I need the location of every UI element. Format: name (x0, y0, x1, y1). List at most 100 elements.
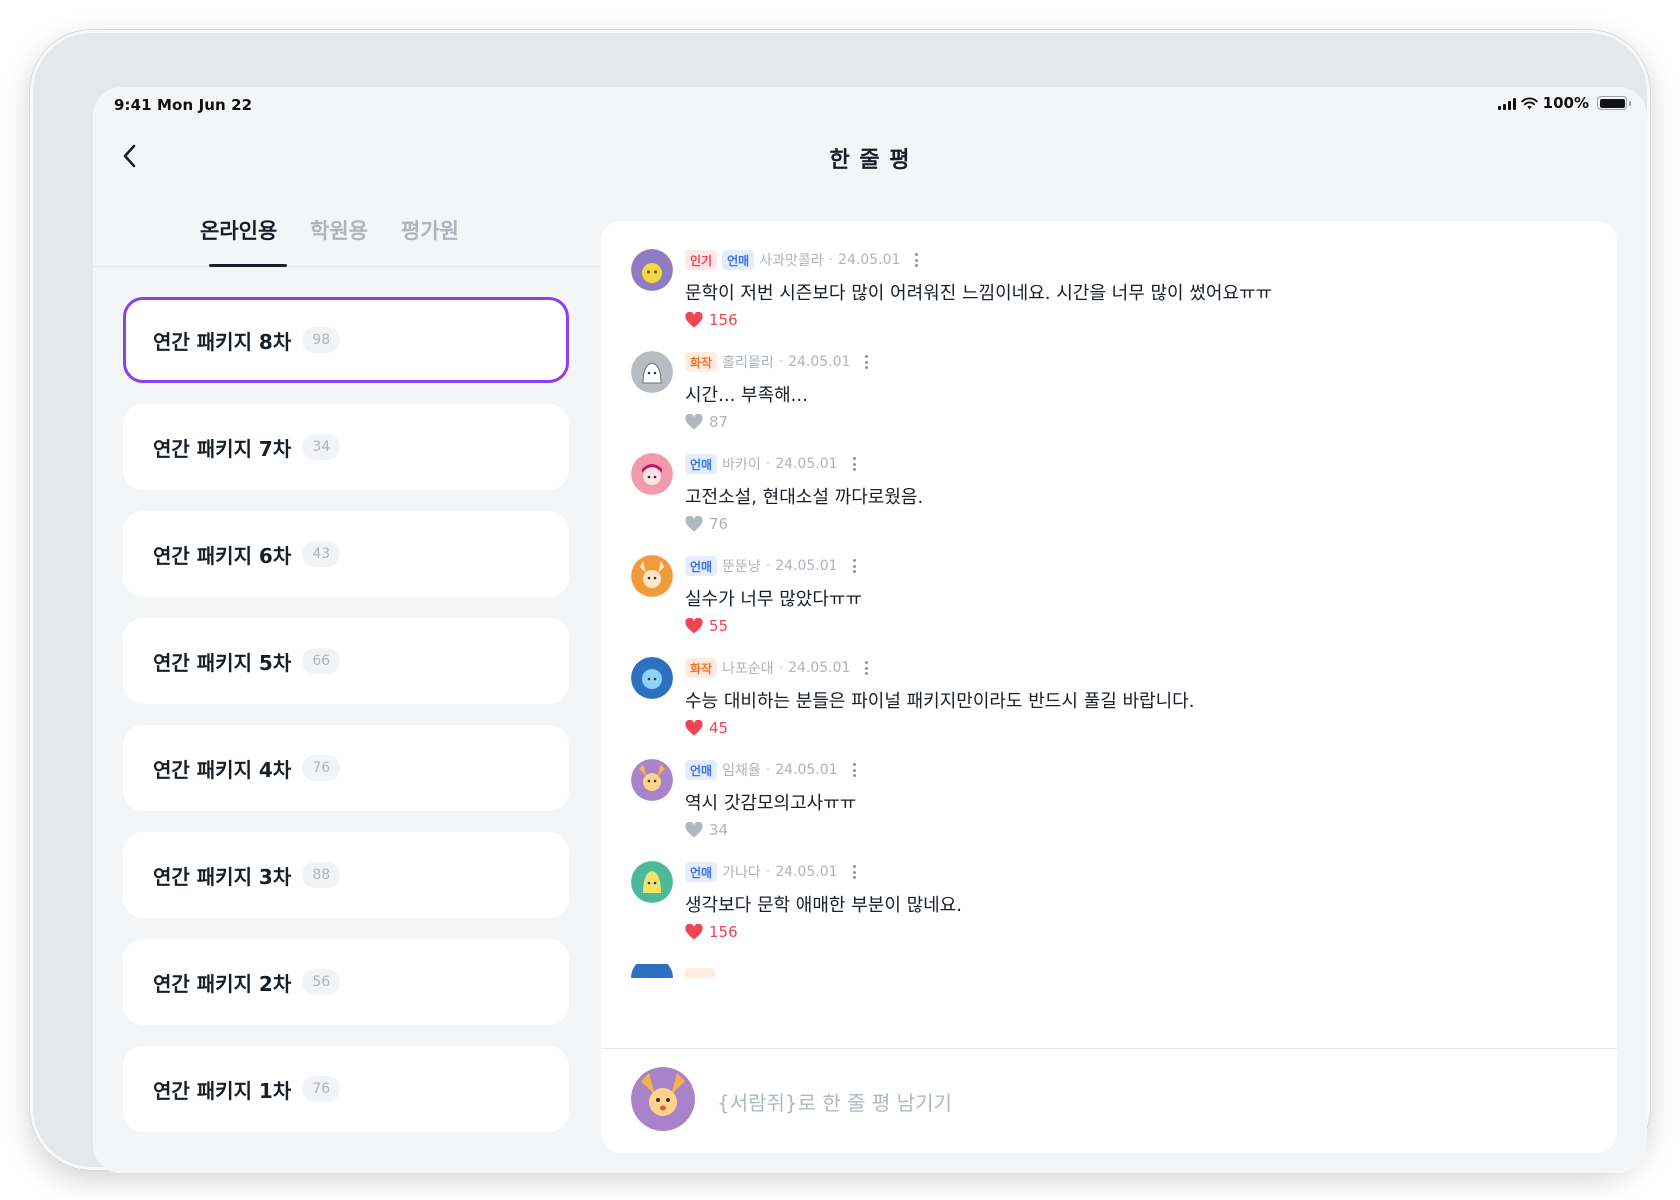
avatar (631, 861, 673, 903)
comment-text: 생각보다 문학 애매한 부분이 많네요. (685, 895, 963, 916)
separator-dot: · (828, 252, 834, 268)
comment-author: 바카이 (722, 457, 761, 473)
user-avatar-icon (631, 555, 673, 597)
separator-dot: · (765, 558, 771, 574)
tablet-frame: 9:41 Mon Jun 22 100% 한 줄 평 온라인용 학원용 평가원 (30, 30, 1650, 1173)
package-count-badge: 88 (302, 862, 341, 888)
like-button[interactable]: 156 (685, 311, 738, 329)
comment-item: 화작 홀리몰리 · 24.05.01 시간... 부족해... 87 (631, 351, 1531, 451)
avatar (631, 351, 673, 393)
package-item-6[interactable]: 연간 패키지 6차 43 (123, 511, 569, 597)
badge-subject: 언매 (685, 454, 718, 474)
separator-dot: · (778, 354, 784, 370)
tab-active-indicator (209, 264, 287, 267)
heart-icon (685, 414, 703, 430)
more-vertical-icon[interactable] (851, 455, 858, 473)
package-item-1[interactable]: 연간 패키지 1차 76 (123, 1046, 569, 1132)
package-label: 연간 패키지 5차 (153, 650, 292, 675)
comment-item-partial (631, 957, 751, 982)
user-avatar-icon (631, 657, 673, 699)
package-item-3[interactable]: 연간 패키지 3차 88 (123, 832, 569, 918)
like-button[interactable]: 34 (685, 821, 728, 839)
badge-subject: 언매 (685, 760, 718, 780)
review-input-bar[interactable]: {서람쥐}로 한 줄 평 남기기 (601, 1048, 1617, 1153)
comment-list[interactable]: 인기 언매 사과맛콜라 · 24.05.01 문학이 저번 시즌보다 많이 어려… (601, 221, 1617, 1021)
user-avatar-icon (631, 861, 673, 903)
heart-icon (685, 720, 703, 736)
like-button[interactable]: 55 (685, 617, 728, 635)
comment-date: 24.05.01 (788, 354, 851, 370)
comment-meta: 인기 언매 사과맛콜라 · 24.05.01 (685, 249, 920, 271)
user-avatar-icon (631, 759, 673, 801)
package-count-badge: 56 (302, 969, 341, 995)
like-button[interactable]: 76 (685, 515, 728, 533)
comment-date: 24.05.01 (775, 762, 838, 778)
review-panel: 인기 언매 사과맛콜라 · 24.05.01 문학이 저번 시즌보다 많이 어려… (601, 221, 1617, 1153)
package-item-5[interactable]: 연간 패키지 5차 66 (123, 618, 569, 704)
more-vertical-icon[interactable] (863, 659, 870, 677)
badge-subject: 언매 (685, 556, 718, 576)
package-label: 연간 패키지 2차 (153, 971, 292, 996)
separator-dot: · (778, 660, 784, 676)
comment-date: 24.05.01 (788, 660, 851, 676)
like-count: 87 (709, 413, 729, 431)
tab-online[interactable]: 온라인용 (200, 215, 277, 245)
package-label: 연간 패키지 4차 (153, 757, 292, 782)
wifi-icon (1520, 97, 1538, 109)
package-count-badge: 43 (302, 541, 341, 567)
comment-text: 고전소설, 현대소설 까다로웠음. (685, 487, 924, 508)
comment-meta: 화작 홀리몰리 · 24.05.01 (685, 351, 870, 373)
comment-meta: 언매 뚠뚠냥 · 24.05.01 (685, 555, 858, 577)
separator-dot: · (765, 456, 771, 472)
package-count-badge: 98 (302, 327, 341, 353)
comment-item: 인기 언매 사과맛콜라 · 24.05.01 문학이 저번 시즌보다 많이 어려… (631, 249, 1531, 349)
like-count: 34 (709, 821, 729, 839)
more-vertical-icon[interactable] (851, 863, 858, 881)
badge-subject: 언매 (685, 862, 718, 882)
status-indicators: 100% (1497, 94, 1631, 112)
package-item-2[interactable]: 연간 패키지 2차 56 (123, 939, 569, 1025)
more-vertical-icon[interactable] (851, 557, 858, 575)
like-button[interactable]: 87 (685, 413, 728, 431)
like-button[interactable]: 156 (685, 923, 738, 941)
comment-author: 뚠뚠냥 (722, 559, 761, 575)
package-label: 연간 패키지 6차 (153, 543, 292, 568)
comment-item: 언매 가나다 · 24.05.01 생각보다 문학 애매한 부분이 많네요. 1… (631, 861, 1531, 961)
comment-text: 수능 대비하는 분들은 파이널 패키지만이라도 반드시 풀길 바랍니다. (685, 691, 1195, 712)
heart-icon (685, 312, 703, 328)
more-vertical-icon[interactable] (851, 761, 858, 779)
page-title: 한 줄 평 (829, 148, 911, 173)
comment-author: 홀리몰리 (722, 355, 774, 371)
tab-evaluation[interactable]: 평가원 (401, 215, 459, 245)
package-item-8[interactable]: 연간 패키지 8차 98 (123, 297, 569, 383)
package-item-7[interactable]: 연간 패키지 7차 34 (123, 404, 569, 490)
like-count: 76 (709, 515, 729, 533)
user-avatar-icon (631, 249, 673, 291)
tab-academy[interactable]: 학원용 (310, 215, 368, 245)
package-label: 연간 패키지 3차 (153, 864, 292, 889)
avatar (631, 453, 673, 495)
more-vertical-icon[interactable] (863, 353, 870, 371)
battery-percent: 100% (1542, 94, 1589, 112)
separator-dot: · (765, 864, 771, 880)
avatar (631, 249, 673, 291)
heart-icon (685, 924, 703, 940)
badge-popular: 인기 (685, 250, 718, 270)
package-item-4[interactable]: 연간 패키지 4차 76 (123, 725, 569, 811)
comment-item: 화작 나포순대 · 24.05.01 수능 대비하는 분들은 파이널 패키지만이… (631, 657, 1531, 757)
comment-date: 24.05.01 (838, 252, 901, 268)
like-button[interactable]: 45 (685, 719, 728, 737)
package-label: 연간 패키지 1차 (153, 1078, 292, 1103)
comment-author: 나포순대 (722, 661, 774, 677)
more-vertical-icon[interactable] (913, 251, 920, 269)
user-avatar-icon (631, 351, 673, 393)
avatar (631, 555, 673, 597)
comment-date: 24.05.01 (775, 456, 838, 472)
avatar (631, 657, 673, 699)
comment-text: 문학이 저번 시즌보다 많이 어려워진 느낌이네요. 시간을 너무 많이 썼어요… (685, 283, 1273, 304)
comment-author: 사과맛콜라 (759, 253, 824, 269)
review-input-field[interactable]: {서람쥐}로 한 줄 평 남기기 (717, 1087, 952, 1116)
comment-item: 언매 바카이 · 24.05.01 고전소설, 현대소설 까다로웠음. 76 (631, 453, 1531, 553)
badge-subject: 언매 (722, 250, 755, 270)
my-avatar (631, 1067, 695, 1131)
